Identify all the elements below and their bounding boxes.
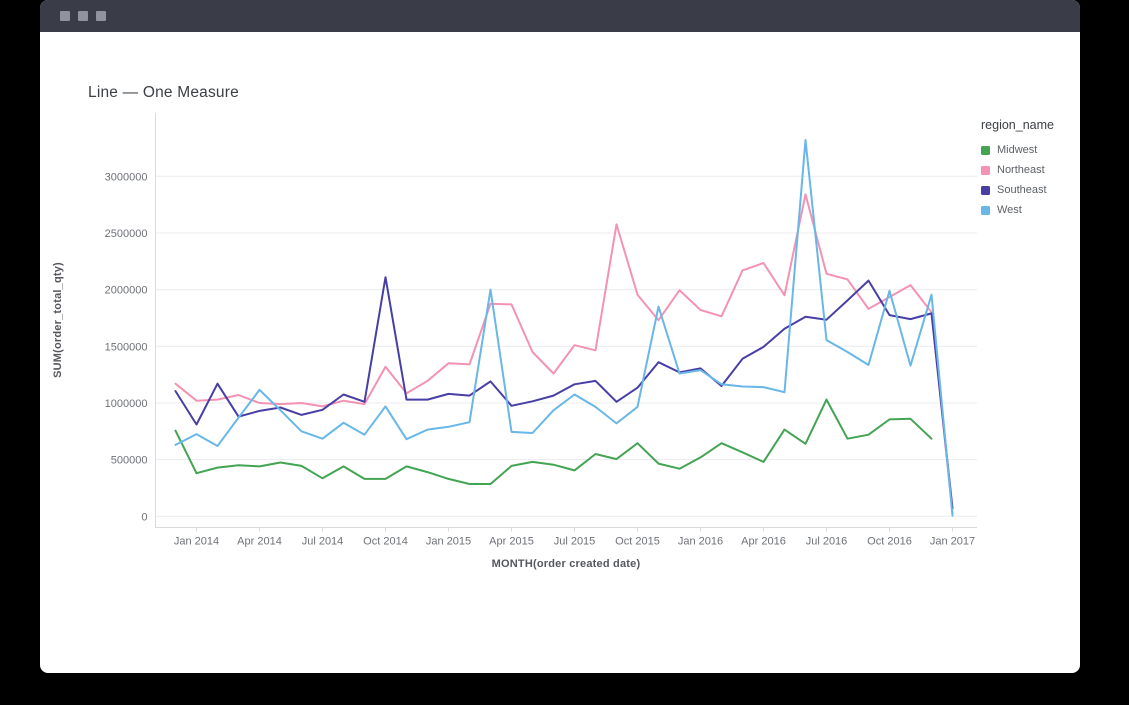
- x-tick-label: Jul 2016: [806, 536, 848, 548]
- legend-item-label: Midwest: [997, 144, 1037, 156]
- x-axis-title: MONTH(order created date): [155, 558, 977, 570]
- legend-swatch-icon: [981, 186, 990, 195]
- legend-item-label: Southeast: [997, 184, 1047, 196]
- y-tick-label: 500000: [111, 455, 148, 467]
- x-tick-label: Jul 2015: [554, 536, 596, 548]
- legend: region_name Midwest Northeast Southeast Wes…: [981, 118, 1054, 224]
- x-tick-label: Oct 2014: [363, 536, 408, 548]
- legend-item-northeast[interactable]: Northeast: [981, 164, 1054, 176]
- y-tick-label: 1500000: [105, 341, 148, 353]
- legend-swatch-icon: [981, 146, 990, 155]
- legend-item-southeast[interactable]: Southeast: [981, 184, 1054, 196]
- legend-item-label: Northeast: [997, 164, 1045, 176]
- x-tick-label: Jan 2017: [930, 536, 975, 548]
- legend-swatch-icon: [981, 166, 990, 175]
- x-tick-label: Jul 2014: [302, 536, 344, 548]
- x-tick-label: Oct 2015: [615, 536, 660, 548]
- x-tick-label: Oct 2016: [867, 536, 912, 548]
- x-tick-label: Apr 2015: [489, 536, 534, 548]
- y-tick-label: 2500000: [105, 228, 148, 240]
- legend-item-label: West: [997, 204, 1022, 216]
- legend-item-west[interactable]: West: [981, 204, 1054, 216]
- y-tick-label: 1000000: [105, 398, 148, 410]
- y-tick-label: 2000000: [105, 285, 148, 297]
- x-tick-label: Jan 2016: [678, 536, 723, 548]
- line-chart: 0 500000 1000000 1500000 2000000 2500000 30000…: [40, 0, 1080, 673]
- y-tick-label: 0: [141, 511, 147, 523]
- series-line-southeast: [176, 277, 953, 508]
- legend-item-midwest[interactable]: Midwest: [981, 144, 1054, 156]
- x-tick-label: Apr 2014: [237, 536, 282, 548]
- legend-swatch-icon: [981, 206, 990, 215]
- y-tick-label: 3000000: [105, 171, 148, 183]
- x-tick-label: Apr 2016: [741, 536, 786, 548]
- x-tick-label: Jan 2014: [174, 536, 219, 548]
- app-window: Line — One Measure 050000010000001500000…: [40, 0, 1080, 673]
- x-tick-label: Jan 2015: [426, 536, 471, 548]
- series-line-midwest: [176, 400, 932, 484]
- legend-title: region_name: [981, 118, 1054, 132]
- y-axis-title: SUM(order_total_qty): [52, 190, 64, 450]
